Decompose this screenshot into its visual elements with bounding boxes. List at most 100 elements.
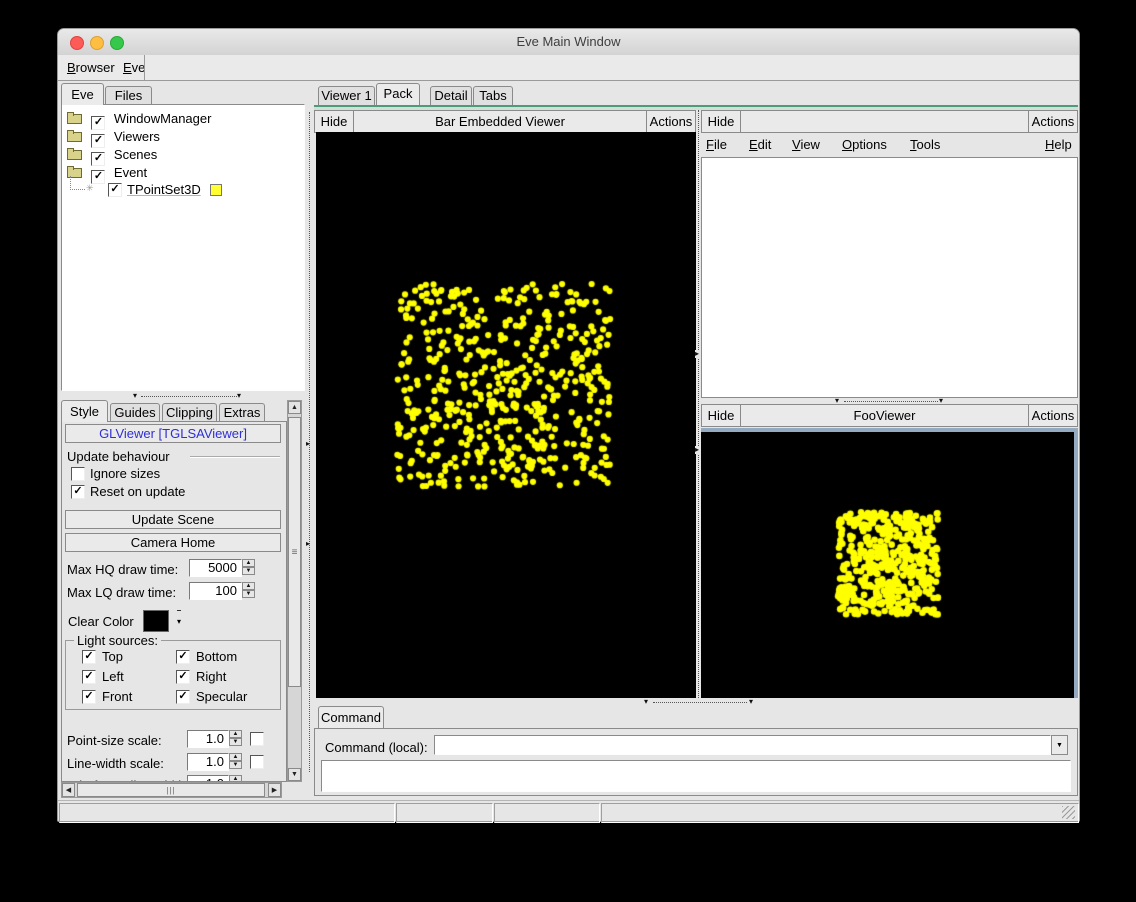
light-specular-checkbox[interactable]: ✓ bbox=[176, 690, 190, 704]
point-size-checkbox[interactable] bbox=[250, 732, 264, 746]
tab-command[interactable]: Command bbox=[318, 706, 384, 728]
splitter-tree-style[interactable]: ▾ ▾ bbox=[61, 392, 305, 399]
tab-clipping[interactable]: Clipping bbox=[162, 403, 217, 422]
menu-view[interactable]: View bbox=[792, 137, 820, 152]
max-lq-spinner[interactable]: ▲▼ bbox=[242, 582, 255, 600]
menu-help[interactable]: Help bbox=[1045, 137, 1072, 152]
tab-eve[interactable]: Eve bbox=[61, 83, 104, 105]
command-combo-dropdown[interactable]: ▼ bbox=[1051, 735, 1068, 755]
max-hq-input[interactable]: 5000 bbox=[189, 559, 242, 577]
light-front-checkbox[interactable]: ✓ bbox=[82, 690, 96, 704]
bar-viewer-actions-button[interactable]: Actions bbox=[646, 110, 696, 133]
bar-viewer-gl-canvas[interactable] bbox=[316, 132, 696, 698]
spin-down-icon: ▼ bbox=[229, 738, 242, 746]
tree-checkbox[interactable]: ✓ bbox=[91, 170, 105, 184]
scroll-up-icon[interactable]: ▲ bbox=[288, 401, 301, 414]
tab-guides[interactable]: Guides bbox=[110, 403, 160, 422]
tree-checkbox[interactable]: ✓ bbox=[108, 183, 122, 197]
tree-row[interactable]: ✓ Viewers bbox=[67, 128, 160, 144]
tree-item-label[interactable]: Scenes bbox=[114, 147, 157, 162]
right-viewer-client-area[interactable] bbox=[701, 157, 1078, 398]
tab-extras[interactable]: Extras bbox=[219, 403, 265, 422]
light-bottom-checkbox[interactable]: ✓ bbox=[176, 650, 190, 664]
foo-viewer-hide-button[interactable]: Hide bbox=[701, 404, 741, 427]
max-hq-spinner[interactable]: ▲▼ bbox=[242, 559, 255, 577]
wireframe-spinner[interactable]: ▲ bbox=[229, 775, 242, 782]
tab-files[interactable]: Files bbox=[105, 86, 152, 105]
wireframe-input[interactable]: 1.0 bbox=[187, 775, 229, 782]
light-left-label: Left bbox=[102, 669, 124, 684]
resize-grip[interactable] bbox=[1062, 806, 1075, 819]
command-input[interactable] bbox=[434, 735, 1051, 755]
clear-color-dropdown[interactable]: ▾ bbox=[172, 610, 186, 630]
menu-browser[interactable]: Browser bbox=[67, 60, 115, 75]
line-width-checkbox[interactable] bbox=[250, 755, 264, 769]
ignore-sizes-checkbox[interactable] bbox=[71, 467, 85, 481]
minimize-button[interactable] bbox=[90, 36, 104, 50]
menu-tools[interactable]: Tools bbox=[910, 137, 940, 152]
tab-detail[interactable]: Detail bbox=[430, 86, 472, 105]
reset-on-update-label: Reset on update bbox=[90, 484, 185, 499]
scroll-right-icon[interactable]: ▶ bbox=[268, 783, 281, 797]
glviewer-header-button[interactable]: GLViewer [TGLSAViewer] bbox=[65, 424, 281, 443]
camera-home-button[interactable]: Camera Home bbox=[65, 533, 281, 552]
tree-item-label[interactable]: TPointSet3D bbox=[127, 182, 201, 197]
light-bottom-label: Bottom bbox=[196, 649, 237, 664]
foo-viewer-titlebar[interactable]: FooViewer bbox=[740, 404, 1029, 427]
vscroll-thumb[interactable]: ≡ bbox=[288, 417, 301, 687]
status-cell bbox=[601, 803, 1079, 823]
style-hscrollbar[interactable]: ◀ ||| ▶ bbox=[61, 782, 282, 798]
line-width-input[interactable]: 1.0 bbox=[187, 753, 229, 771]
light-top-checkbox[interactable]: ✓ bbox=[82, 650, 96, 664]
bar-viewer-titlebar[interactable]: Bar Embedded Viewer bbox=[353, 110, 647, 133]
tree-branch-line bbox=[70, 176, 85, 190]
titlebar[interactable]: Eve Main Window bbox=[58, 29, 1079, 56]
menu-options[interactable]: Options bbox=[842, 137, 887, 152]
right-viewer-titlebar[interactable] bbox=[740, 110, 1029, 133]
menu-eve[interactable]: Eve bbox=[123, 60, 145, 75]
tab-tabs[interactable]: Tabs bbox=[473, 86, 513, 105]
tree-row[interactable]: ✓ Scenes bbox=[67, 146, 157, 162]
clear-color-swatch[interactable] bbox=[143, 610, 169, 632]
point-size-label: Point-size scale: bbox=[67, 733, 162, 748]
command-output[interactable] bbox=[321, 760, 1071, 792]
line-width-spinner[interactable]: ▲▼ bbox=[229, 753, 242, 771]
color-marker-swatch[interactable] bbox=[210, 184, 222, 196]
scroll-down-icon[interactable]: ▼ bbox=[288, 768, 301, 781]
right-viewer-hide-button[interactable]: Hide bbox=[701, 110, 741, 133]
tab-viewer-1[interactable]: Viewer 1 bbox=[318, 86, 375, 105]
hscroll-thumb[interactable]: ||| bbox=[77, 783, 265, 797]
foo-viewer-gl-canvas[interactable] bbox=[701, 432, 1074, 698]
reset-on-update-checkbox[interactable]: ✓ bbox=[71, 485, 85, 499]
scroll-left-icon[interactable]: ◀ bbox=[62, 783, 75, 797]
point-size-input[interactable]: 1.0 bbox=[187, 730, 229, 748]
tree-row[interactable]: ✓ WindowManager bbox=[67, 110, 211, 126]
app-menubar: Browser Eve bbox=[58, 55, 1079, 81]
splitter-command[interactable]: ▾ ▾ bbox=[314, 698, 1078, 705]
tab-pack[interactable]: Pack bbox=[376, 83, 420, 105]
zoom-button[interactable] bbox=[110, 36, 124, 50]
foo-viewer-actions-button[interactable]: Actions bbox=[1028, 404, 1078, 427]
tab-style[interactable]: Style bbox=[61, 400, 108, 422]
point-size-spinner[interactable]: ▲▼ bbox=[229, 730, 242, 748]
splitter-left-main[interactable]: ▸ ▸ bbox=[305, 82, 314, 799]
tree-item-label[interactable]: WindowManager bbox=[114, 111, 212, 126]
light-right-checkbox[interactable]: ✓ bbox=[176, 670, 190, 684]
status-cell bbox=[494, 803, 600, 823]
light-left-checkbox[interactable]: ✓ bbox=[82, 670, 96, 684]
bar-viewer-hide-button[interactable]: Hide bbox=[314, 110, 354, 133]
style-vscrollbar[interactable]: ▲ ≡ ▼ bbox=[287, 400, 302, 782]
close-button[interactable] bbox=[70, 36, 84, 50]
max-lq-input[interactable]: 100 bbox=[189, 582, 242, 600]
tree-item-label[interactable]: Viewers bbox=[114, 129, 160, 144]
tree-item-label[interactable]: Event bbox=[114, 165, 147, 180]
eve-main-window: Eve Main Window Browser Eve Eve Files ✓ … bbox=[57, 28, 1080, 822]
clear-color-label: Clear Color bbox=[68, 614, 134, 629]
right-viewer-actions-button[interactable]: Actions bbox=[1028, 110, 1078, 133]
menu-edit[interactable]: Edit bbox=[749, 137, 771, 152]
update-scene-button[interactable]: Update Scene bbox=[65, 510, 281, 529]
spin-down-icon: ▼ bbox=[229, 761, 242, 769]
menu-file[interactable]: File bbox=[706, 137, 727, 152]
max-lq-label: Max LQ draw time: bbox=[67, 585, 176, 600]
eve-tree-view[interactable]: ✓ WindowManager ✓ Viewers ✓ Scenes ✓ Eve… bbox=[61, 104, 305, 391]
